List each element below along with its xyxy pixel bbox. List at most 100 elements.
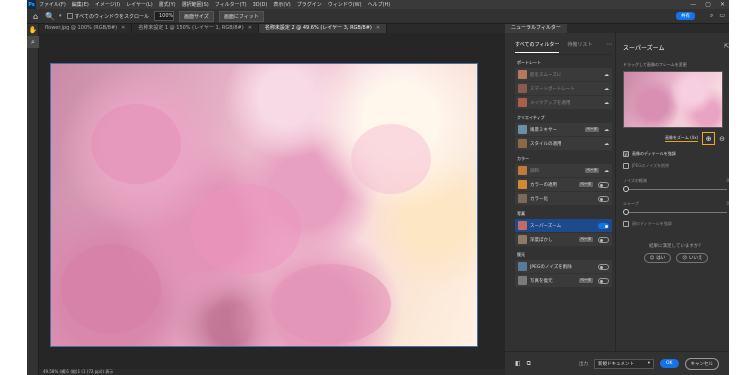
output-select[interactable]: 新規ドキュメント ▾ [594,358,654,369]
filter-settings-column: スーパーズーム ⇱ ドラッグして画像のフレームを変更 画像をズーム (4x) ⊕… [623,33,729,353]
doc-tab-3[interactable]: 名称未設定 2 @ 49.6% (レイヤー 3, RGB/8#) ✕ [258,24,388,33]
minimize-icon[interactable]: — [690,0,696,9]
filter-toggle[interactable] [598,263,609,270]
menu-view[interactable]: 表示(V) [273,1,290,8]
cloud-download-icon[interactable]: ☁ [604,86,609,92]
menu-help[interactable]: ヘルプ(H) [368,1,391,8]
slider-label: シャープ [623,201,639,206]
filter-color-transfer[interactable]: カラーの適用 ベータ [515,178,612,191]
cloud-download-icon[interactable]: ☁ [604,168,609,174]
export-icon[interactable]: ⇱ [724,43,729,52]
filter-thumbnail-icon [518,125,527,134]
filter-toggle[interactable] [598,181,609,188]
close-icon[interactable]: ✕ [248,24,252,33]
remove-jpeg-noise-checkbox[interactable] [623,163,629,169]
close-icon[interactable]: ✕ [376,24,380,33]
filter-thumbnail-icon [518,139,527,148]
more-menu-icon[interactable]: ⋯ [606,41,612,48]
cloud-download-icon[interactable]: ☁ [604,141,609,147]
cherry-blossom-photo[interactable] [50,63,478,347]
menu-window[interactable]: ウィンドウ(W) [328,1,362,8]
tab-all-filters[interactable]: すべてのフィルター [515,41,560,53]
filter-harmonization[interactable]: 調和 ベータ ☁ [515,164,612,177]
filter-thumbnail-icon [518,166,527,175]
cloud-download-icon[interactable]: ☁ [604,72,609,78]
doc-tab-label: 名称未設定 2 @ 49.6% (レイヤー 3, RGB/8#) [264,25,372,31]
menu-type[interactable]: 書式(Y) [159,1,176,8]
filter-super-zoom[interactable]: スーパーズーム [515,219,612,232]
before-after-icon[interactable]: ◧ [515,360,521,367]
neural-filters-tabbar: ニューラルフィルター [505,24,729,33]
enhance-detail-checkbox[interactable]: ✓ [623,151,629,157]
tab-neural-filters[interactable]: ニューラルフィルター [505,24,567,33]
filter-photo-restoration[interactable]: 写真を復元 ベータ [515,274,612,287]
cloud-download-icon[interactable]: ☁ [604,100,609,106]
menu-3d[interactable]: 3D(D) [253,2,268,8]
noise-reduction-slider[interactable] [623,186,729,192]
menu-file[interactable]: ファイル(F) [39,1,66,8]
filter-style-transfer[interactable]: スタイルの適用 ☁ [515,137,612,150]
layers-icon[interactable]: ⧉ [527,360,531,368]
maximize-icon[interactable]: ▢ [705,0,711,9]
cloud-download-icon[interactable]: ☁ [604,127,609,133]
beta-badge: ベータ [578,237,593,242]
filter-depth-blur[interactable]: 深度ぼかし ベータ [515,233,612,246]
enhance-face-checkbox[interactable] [623,221,629,227]
hand-tool-icon[interactable]: ✋ [27,24,39,36]
scroll-all-checkbox[interactable] [66,13,73,19]
sharpen-slider[interactable] [623,209,729,215]
filter-jpeg-artifacts-removal[interactable]: JPEGのノイズを削除 [515,260,612,273]
close-icon[interactable]: ✕ [121,24,125,33]
slider-handle[interactable] [623,209,629,215]
document-canvas[interactable] [39,33,505,369]
share-button[interactable]: 共有 [676,12,695,20]
menu-plugins[interactable]: プラグイン [297,1,322,8]
doc-tab-1[interactable]: flower.jpg @ 100% (RGB/8#) ✕ [39,24,133,33]
menu-layer[interactable]: レイヤー(L) [126,1,153,8]
filter-name: カラー化 [530,196,548,202]
option-label: 画像のディテールを強調 [632,151,676,156]
enhance-detail-option[interactable]: ✓ 画像のディテールを強調 [623,151,729,157]
neural-filters-footer: ◧ ⧉ 出力 新規ドキュメント ▾ OK キャンセル [505,351,729,375]
doc-tab-2[interactable]: 名称未設定 1 @ 150% (レイヤー 1, RGB/8#) ✕ [132,24,259,33]
remove-jpeg-noise-option[interactable]: JPEGのノイズを削除 [623,163,729,169]
menu-filter[interactable]: フィルター(T) [215,1,247,8]
yes-button[interactable]: ☺ はい [643,253,672,263]
home-icon[interactable]: ⌂ [31,12,40,21]
close-icon[interactable]: ✕ [720,0,725,9]
zoom-out-icon[interactable]: ⊖ [719,135,725,143]
filter-name: カラーの適用 [530,182,557,188]
filter-skin-smoothing[interactable]: 肌をスムーズに ☁ [515,68,612,81]
filter-makeup-transfer[interactable]: メイクアップを適用 ☁ [515,96,612,109]
filter-smart-portrait[interactable]: スマートポートレート ☁ [515,82,612,95]
cancel-button[interactable]: キャンセル [684,357,719,370]
filter-toggle[interactable] [598,222,609,229]
menu-select[interactable]: 選択範囲(S) [182,1,209,8]
menu-image[interactable]: イメージ(I) [95,1,120,8]
ok-button[interactable]: OK [660,359,679,368]
zoom-preview-thumbnail[interactable] [623,71,723,128]
chevron-down-icon[interactable]: ▾ [59,13,62,19]
scroll-all-windows-option[interactable]: すべてのウィンドウをスクロール [66,13,149,20]
slider-value: 0 [726,178,729,183]
search-icon[interactable]: ⌕ [710,12,713,20]
workspace-icon[interactable]: ▭ [719,12,725,20]
filter-colorize[interactable]: カラー化 [515,192,612,205]
filter-toggle[interactable] [598,277,609,284]
fill-screen-button[interactable]: 画面にフィット [218,10,264,22]
filter-toggle[interactable] [598,195,609,202]
zoom-tool-icon[interactable]: ⌕ [27,36,39,48]
no-button[interactable]: ☹ いいえ [676,253,709,263]
beta-badge: ベータ [578,182,593,187]
menu-edit[interactable]: 編集(E) [72,1,89,8]
filter-landscape-mixer[interactable]: 風景ミキサー ベータ ☁ [515,123,612,136]
zoom-in-icon[interactable]: ⊕ [702,132,716,145]
zoom-tool-icon[interactable]: 🔍 [45,12,55,21]
fit-screen-button[interactable]: 画面サイズ [178,10,214,22]
slider-handle[interactable] [623,186,629,192]
filter-toggle[interactable] [598,236,609,243]
enhance-face-detail-option[interactable]: 顔のディテールを強調 [623,221,729,227]
no-label: いいえ [688,256,703,261]
zoom-level-field[interactable]: 100% [153,11,174,21]
tab-wait-list[interactable]: 待機リスト [567,41,592,52]
